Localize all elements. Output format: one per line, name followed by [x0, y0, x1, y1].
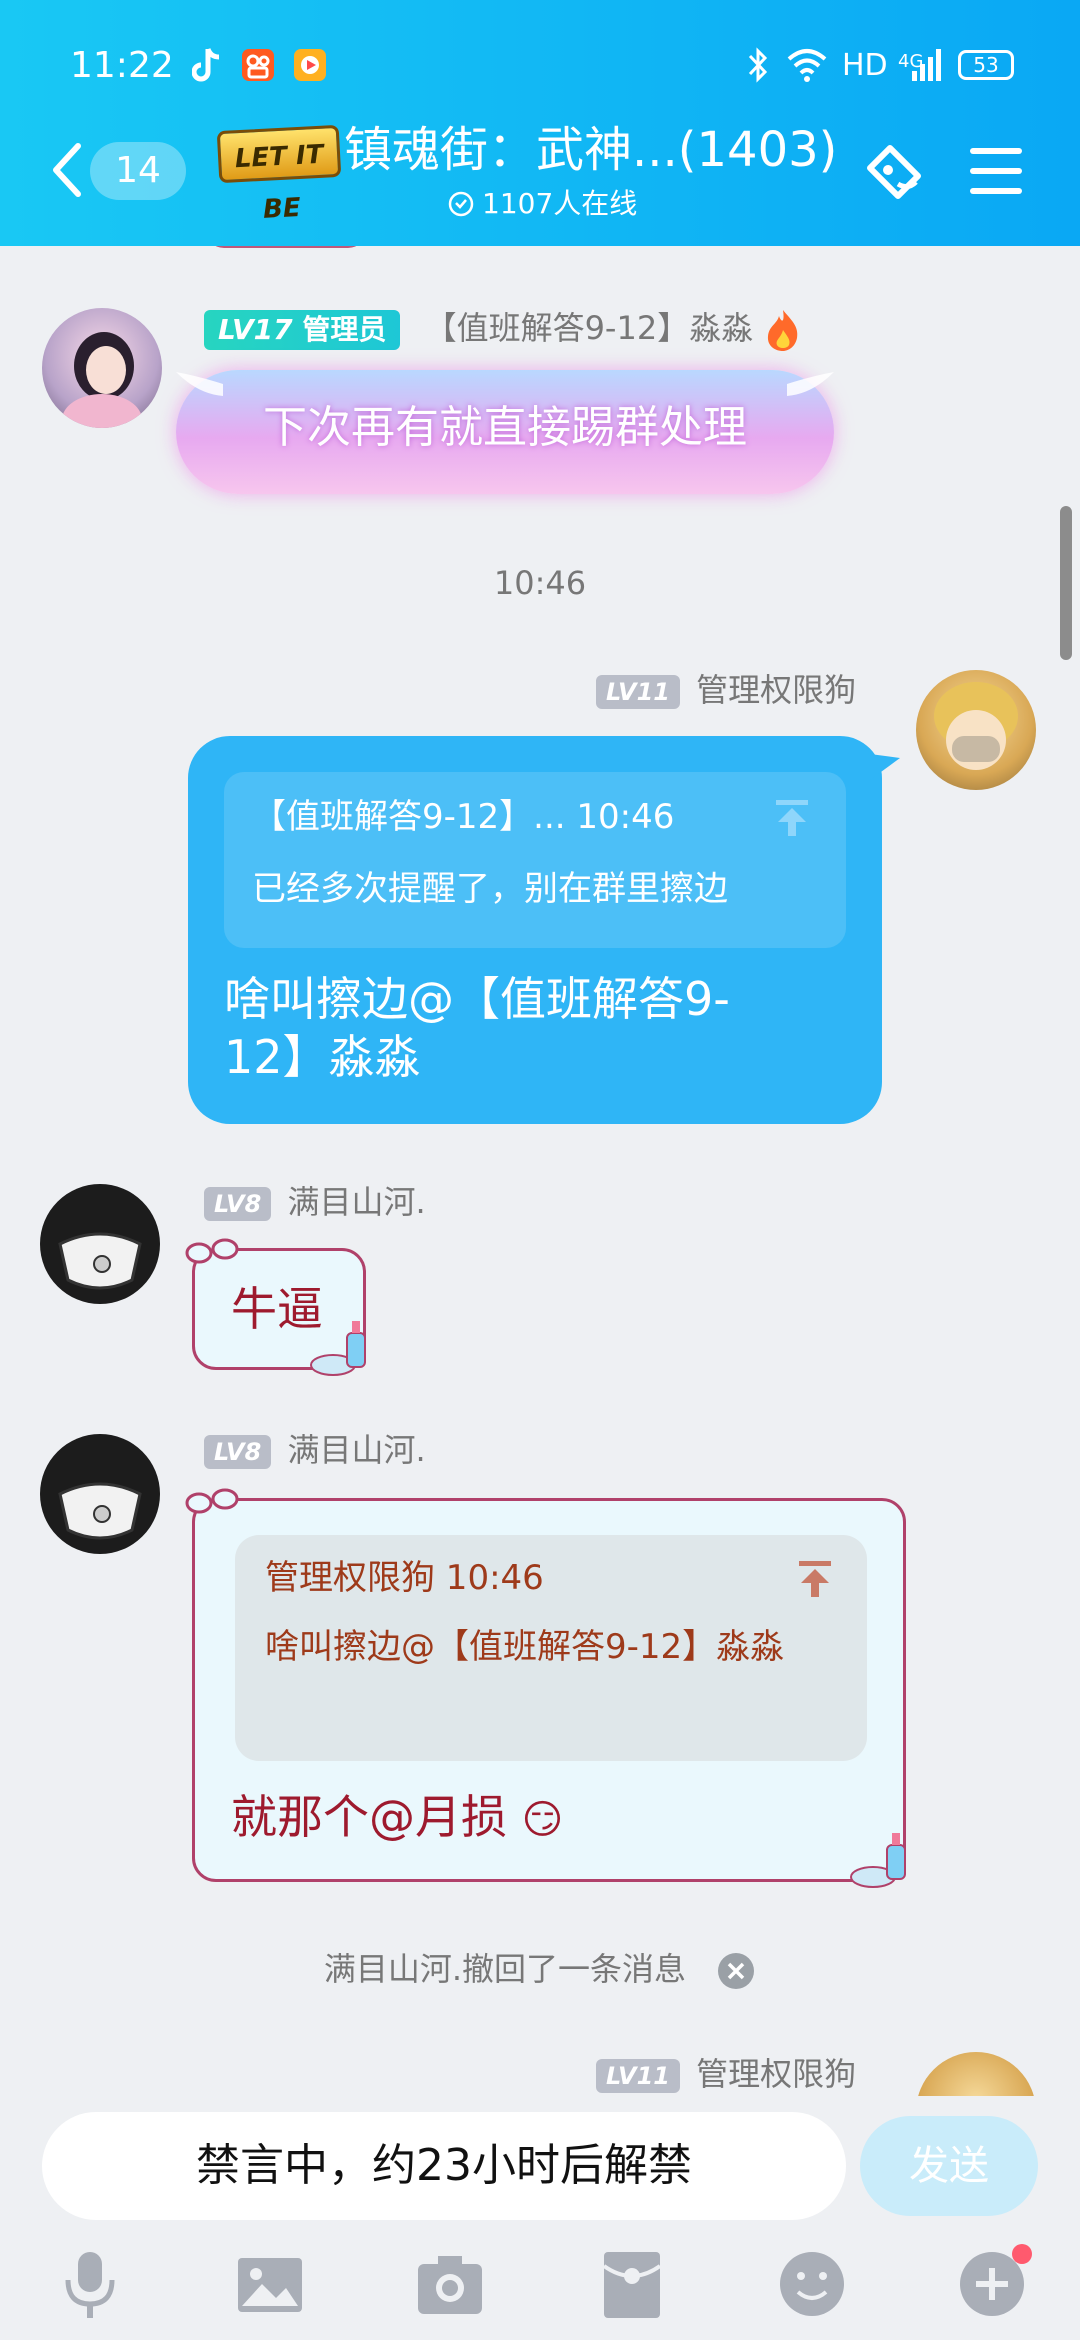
status-time: 11:22 — [70, 45, 174, 86]
level-badge-text: LV17 — [218, 313, 293, 346]
message-bubble[interactable]: 管理权限狗 10:46 啥叫擦边@【值班解答9-12】淼淼 就那个@月损 😏 — [185, 1488, 906, 1888]
message-text: 啥叫擦边@【值班解答9-12】淼淼 — [224, 972, 730, 1084]
recall-notice-text: 满目山河.撤回了一条消息 — [323, 1950, 686, 1988]
flame-icon — [768, 310, 798, 351]
emoji-icon[interactable] — [772, 2244, 852, 2324]
bubble-tail-icon — [870, 754, 900, 780]
sender-name[interactable]: 满目山河. — [287, 1431, 425, 1469]
avatar-girl-icon — [62, 332, 142, 428]
group-ticket-icon[interactable] — [858, 138, 930, 210]
message-meta: LV11 管理权限狗 — [596, 2052, 856, 2096]
kuaishou-notification-icon — [242, 49, 274, 81]
admin-role-text: 管理员 — [302, 313, 387, 346]
quote-header: 管理权限狗 10:46 — [265, 1558, 544, 1598]
quote-text: 啥叫擦边@【值班解答9-12】淼淼 — [265, 1627, 785, 1667]
goggles-decoration-icon — [185, 1488, 239, 1514]
sender-name[interactable]: 管理权限狗 — [696, 671, 856, 709]
recall-notice: 满目山河.撤回了一条消息 — [0, 1944, 1080, 1991]
avatar-mask-icon — [58, 1232, 142, 1290]
level-badge: LV11 — [596, 675, 680, 709]
input-bar: 禁言中，约23小时后解禁 发送 — [0, 2096, 1080, 2340]
sender-name[interactable]: 管理权限狗 — [696, 2055, 856, 2093]
camera-icon[interactable] — [410, 2244, 490, 2324]
avatar-boy-icon — [934, 682, 1018, 770]
app-header: 11:22 HD 4G 53 14 LET IT BE 镇魂街：武神...(14… — [0, 0, 1080, 246]
red-packet-icon[interactable] — [592, 2244, 672, 2324]
message-text-content: 就那个@月损 — [231, 1790, 507, 1844]
message-bubble[interactable]: 牛逼 — [185, 1238, 366, 1376]
wifi-icon — [787, 49, 827, 82]
signal-icon — [912, 49, 941, 81]
sender-name[interactable]: 满目山河. — [287, 1183, 425, 1221]
avatar[interactable] — [916, 2052, 1036, 2096]
admin-badge: LV17 管理员 — [204, 310, 401, 350]
group-logo: LET IT BE — [216, 124, 342, 225]
battery-level: 53 — [973, 53, 999, 77]
unread-count-badge[interactable]: 14 — [90, 142, 186, 200]
level-badge: LV8 — [204, 1187, 272, 1221]
online-count[interactable]: 1107人在线 — [448, 184, 637, 224]
bluetooth-icon — [748, 47, 768, 83]
message-meta: LV11 管理权限狗 — [596, 668, 856, 712]
soap-bottle-decoration-icon — [850, 1833, 906, 1888]
quote-text: 已经多次提醒了，别在群里擦边 — [252, 869, 728, 909]
avatar[interactable] — [42, 308, 162, 428]
menu-icon[interactable] — [968, 146, 1024, 196]
level-badge: LV8 — [204, 1435, 272, 1469]
level-badge: LV11 — [596, 2059, 680, 2093]
goggles-decoration-icon — [185, 1238, 239, 1264]
scrollbar[interactable] — [1060, 506, 1072, 660]
soap-bottle-decoration-icon — [310, 1321, 366, 1376]
send-button[interactable]: 发送 — [860, 2116, 1038, 2216]
quoted-message[interactable]: 【值班解答9-12】... 10:46 已经多次提醒了，别在群里擦边 — [224, 772, 846, 948]
smirk-emoji: 😏 — [521, 1797, 564, 1843]
mic-icon[interactable] — [50, 2244, 130, 2324]
online-check-icon — [448, 191, 474, 217]
app-notification-icon — [294, 49, 326, 81]
message-meta: LV17 管理员 【值班解答9-12】淼淼 — [204, 306, 803, 352]
close-icon[interactable] — [716, 1951, 756, 1991]
message-text: 就那个@月损 😏 — [231, 1787, 563, 1850]
my-message-bubble[interactable]: 【值班解答9-12】... 10:46 已经多次提醒了，别在群里擦边 啥叫擦边@… — [188, 736, 900, 1124]
online-count-label: 1107人在线 — [482, 187, 638, 220]
message-text: 下次再有就直接踢群处理 — [263, 402, 747, 453]
message-meta: LV8 满目山河. — [204, 1180, 426, 1224]
message-meta: LV8 满目山河. — [204, 1428, 426, 1472]
sender-name[interactable]: 【值班解答9-12】淼淼 — [425, 309, 754, 347]
network-hd-label: HD — [842, 48, 888, 83]
avatar[interactable] — [40, 1184, 160, 1304]
image-icon[interactable] — [230, 2244, 310, 2324]
jump-to-quote-icon[interactable] — [772, 798, 812, 838]
time-divider: 10:46 — [493, 564, 587, 602]
avatar-mask-icon — [58, 1482, 142, 1540]
jump-to-quote-icon[interactable] — [795, 1559, 835, 1599]
plus-icon[interactable] — [952, 2244, 1032, 2324]
quote-header: 【值班解答9-12】... 10:46 — [252, 797, 675, 837]
fancy-bubble[interactable]: 下次再有就直接踢群处理 — [176, 370, 834, 494]
battery-icon: 53 — [958, 50, 1014, 80]
chat-message-list[interactable]: LV17 管理员 【值班解答9-12】淼淼 下次再有就直接踢群处理 10:46 … — [0, 246, 1080, 2096]
back-arrow-icon[interactable] — [46, 140, 86, 200]
tiktok-notification-icon — [192, 48, 220, 82]
quoted-message[interactable]: 管理权限狗 10:46 啥叫擦边@【值班解答9-12】淼淼 — [235, 1535, 867, 1761]
previous-message-fragment — [206, 246, 366, 248]
group-title[interactable]: 镇魂街：武神...(1403) — [344, 118, 837, 182]
muted-input-field[interactable]: 禁言中，约23小时后解禁 — [42, 2112, 846, 2220]
avatar[interactable] — [40, 1434, 160, 1554]
avatar[interactable] — [916, 670, 1036, 790]
